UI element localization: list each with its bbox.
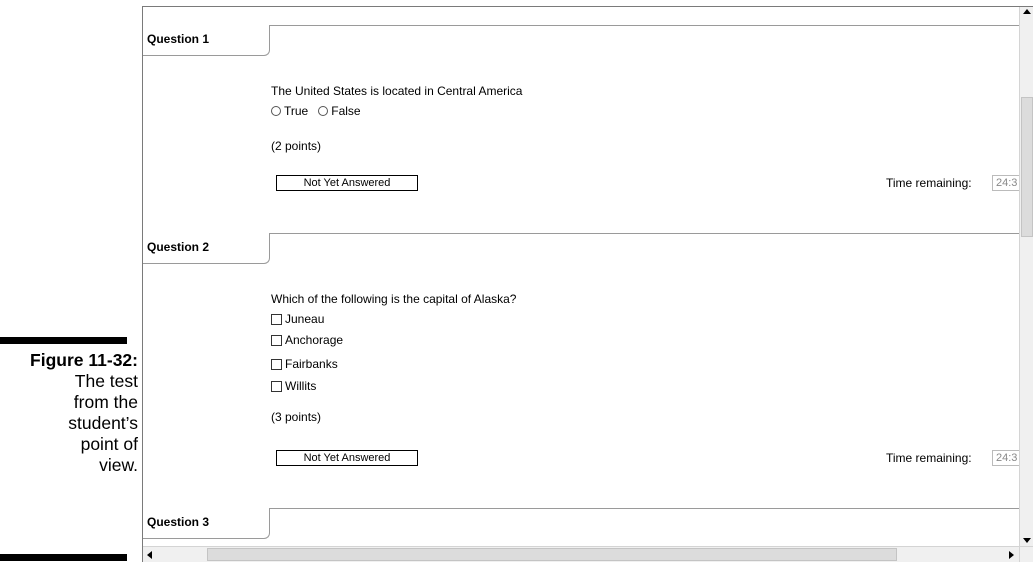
question-2-points: (3 points) bbox=[271, 410, 322, 424]
option-row: Juneau bbox=[271, 312, 324, 326]
question-1-options: True False bbox=[271, 104, 361, 118]
scroll-right-icon[interactable] bbox=[1009, 551, 1014, 559]
caption-line: view. bbox=[99, 455, 138, 475]
option-label: Fairbanks bbox=[285, 357, 338, 371]
option-label: Willits bbox=[285, 379, 317, 393]
question-2-title: Question 2 bbox=[147, 240, 210, 254]
horizontal-scroll-thumb[interactable] bbox=[207, 548, 897, 561]
horizontal-scrollbar[interactable] bbox=[143, 546, 1033, 562]
option-row: Anchorage bbox=[271, 333, 343, 347]
radio-true[interactable] bbox=[271, 106, 281, 116]
question-1-text: The United States is located in Central … bbox=[271, 84, 523, 98]
scroll-left-icon[interactable] bbox=[147, 551, 152, 559]
time-remaining-label: Time remaining: bbox=[886, 451, 972, 465]
option-label: False bbox=[331, 104, 361, 118]
vertical-scrollbar[interactable] bbox=[1019, 7, 1033, 546]
radio-false[interactable] bbox=[318, 106, 329, 116]
scrollbar-corner bbox=[1019, 547, 1033, 562]
scroll-up-icon[interactable] bbox=[1023, 9, 1031, 14]
time-remaining-field: 24:3 bbox=[992, 175, 1020, 191]
caption-line: point of bbox=[80, 434, 138, 454]
question-1-tab: Question 1 bbox=[143, 25, 270, 56]
option-label: Anchorage bbox=[285, 333, 344, 347]
caption-rule-top bbox=[0, 337, 127, 344]
caption-line: from the bbox=[73, 392, 138, 412]
figure-number: Figure 11-32: bbox=[30, 350, 138, 370]
caption-line: The test bbox=[74, 371, 138, 391]
checkbox-anchorage[interactable] bbox=[271, 334, 282, 346]
question-1-status: Not Yet Answered bbox=[276, 175, 418, 191]
caption-rule-bottom bbox=[0, 554, 127, 561]
question-2-status: Not Yet Answered bbox=[276, 450, 418, 466]
option-label: Juneau bbox=[285, 312, 325, 326]
question-3-title: Question 3 bbox=[147, 515, 210, 529]
question-divider bbox=[143, 233, 1020, 234]
option-row: Fairbanks bbox=[271, 357, 338, 371]
question-1-title: Question 1 bbox=[147, 32, 210, 46]
question-3-tab: Question 3 bbox=[143, 508, 270, 539]
time-remaining-field: 24:3 bbox=[992, 450, 1020, 466]
checkbox-fairbanks[interactable] bbox=[271, 358, 282, 370]
question-divider bbox=[143, 25, 1020, 26]
question-2-text: Which of the following is the capital of… bbox=[271, 292, 517, 306]
scroll-down-icon[interactable] bbox=[1023, 538, 1031, 543]
vertical-scroll-thumb[interactable] bbox=[1021, 97, 1033, 237]
question-1-points: (2 points) bbox=[271, 139, 322, 153]
browser-viewport: Question 1 The United States is located … bbox=[142, 6, 1033, 562]
caption-line: student’s bbox=[68, 413, 138, 433]
checkbox-willits[interactable] bbox=[271, 380, 282, 392]
time-remaining-label: Time remaining: bbox=[886, 176, 972, 190]
question-2-tab: Question 2 bbox=[143, 233, 270, 264]
option-row: Willits bbox=[271, 379, 316, 393]
figure-caption: Figure 11-32: The test from the student’… bbox=[0, 350, 138, 476]
test-content: Question 1 The United States is located … bbox=[143, 7, 1020, 546]
option-label: True bbox=[284, 104, 309, 118]
checkbox-juneau[interactable] bbox=[271, 313, 282, 325]
question-divider bbox=[143, 508, 1020, 509]
